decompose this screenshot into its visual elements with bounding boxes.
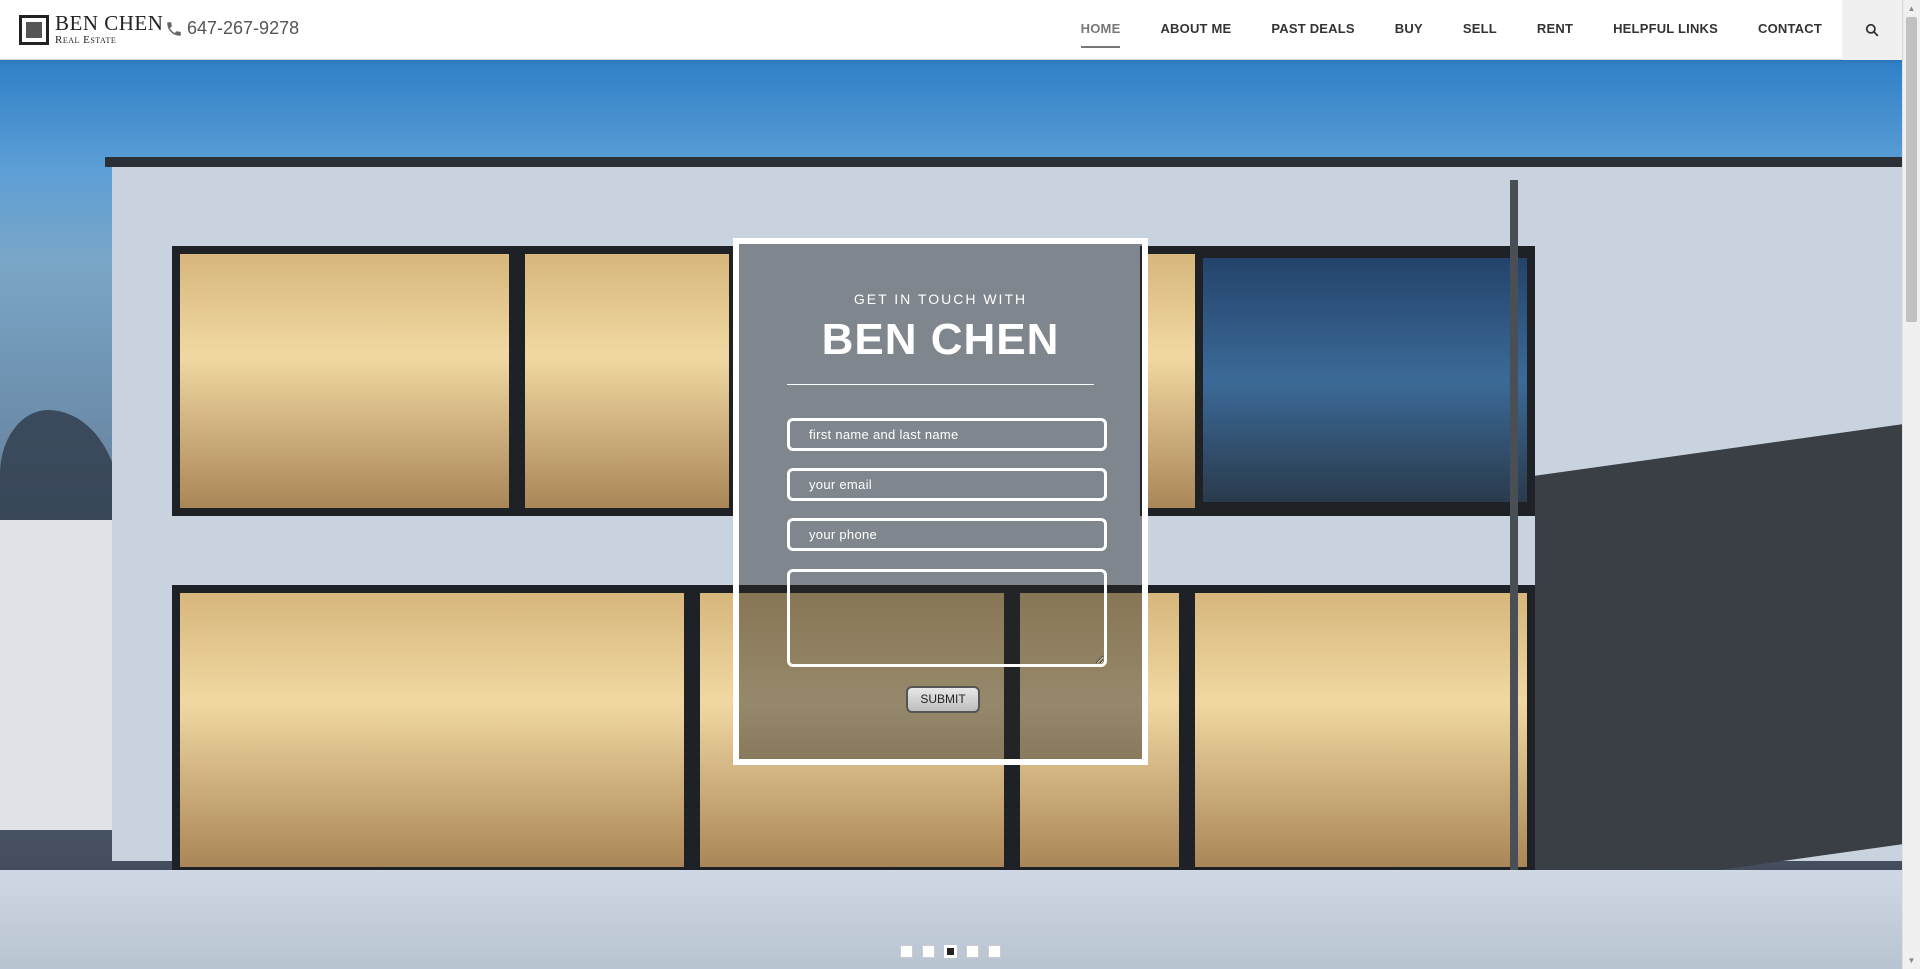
slider-dot[interactable] — [922, 945, 935, 958]
scroll-thumb[interactable] — [1906, 17, 1917, 322]
nav-about-me[interactable]: ABOUT ME — [1160, 0, 1231, 60]
message-field[interactable] — [787, 569, 1107, 667]
search-icon — [1865, 23, 1879, 37]
logo-mark-icon — [19, 14, 49, 45]
slider-dot-active[interactable] — [944, 945, 957, 958]
form-title: BEN CHEN — [821, 315, 1060, 364]
name-field[interactable] — [787, 418, 1107, 451]
phone-number[interactable]: 647-267-9278 — [165, 18, 299, 39]
nav-past-deals[interactable]: PAST DEALS — [1271, 0, 1354, 60]
slider-pagination — [900, 945, 1010, 958]
nav-sell[interactable]: SELL — [1463, 0, 1497, 60]
form-subtitle: GET IN TOUCH WITH — [853, 291, 1028, 307]
nav-home[interactable]: HOME — [1080, 0, 1121, 60]
nav-contact[interactable]: CONTACT — [1758, 0, 1822, 60]
email-field[interactable] — [787, 468, 1107, 501]
nav-helpful-links[interactable]: HELPFUL LINKS — [1613, 0, 1718, 60]
phone-text: 647-267-9278 — [187, 18, 300, 38]
site-logo[interactable]: BEN CHEN Real Estate — [19, 13, 163, 46]
phone-field[interactable] — [787, 518, 1107, 551]
slider-dot[interactable] — [988, 945, 1001, 958]
main-nav: HOME ABOUT ME PAST DEALS BUY SELL RENT H… — [1041, 0, 1822, 60]
search-button[interactable] — [1842, 0, 1902, 60]
site-header: BEN CHEN Real Estate 647-267-9278 HOME A… — [0, 0, 1902, 60]
contact-form: GET IN TOUCH WITH BEN CHEN SUBMIT — [733, 238, 1148, 765]
logo-subtitle: Real Estate — [55, 34, 117, 46]
nav-rent[interactable]: RENT — [1537, 0, 1573, 60]
phone-icon — [167, 21, 181, 36]
slider-dot[interactable] — [966, 945, 979, 958]
logo-name: BEN CHEN — [55, 11, 164, 35]
submit-button[interactable]: SUBMIT — [906, 686, 980, 713]
form-divider — [787, 384, 1094, 385]
nav-buy[interactable]: BUY — [1395, 0, 1423, 60]
page-scrollbar[interactable]: ▲ ▼ — [1902, 0, 1920, 969]
scroll-up-arrow-icon[interactable]: ▲ — [1903, 0, 1920, 17]
slider-dot[interactable] — [900, 945, 913, 958]
scroll-down-arrow-icon[interactable]: ▼ — [1903, 952, 1920, 969]
